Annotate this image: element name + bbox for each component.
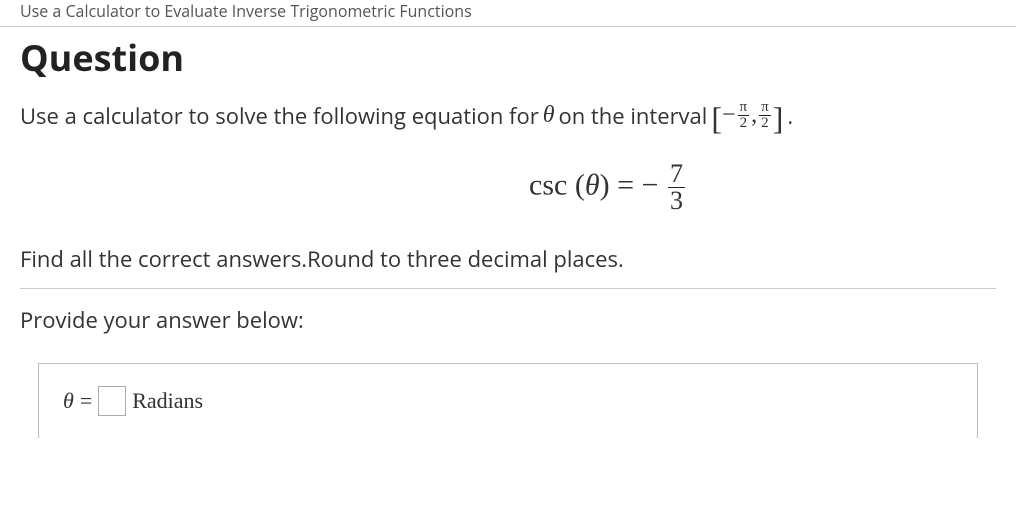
question-content: Question Use a calculator to solve the f… [0,33,1016,438]
equation-neg: − [642,168,659,201]
frac1-den: 2 [738,116,750,131]
equation-lparen: ( [575,168,585,201]
provide-answer-label: Provide your answer below: [20,305,996,335]
question-heading: Question [20,33,996,82]
answer-theta: θ [63,388,74,414]
equation-block: csc (θ) = − 7 3 [20,161,996,214]
equation-fraction: 7 3 [668,161,685,214]
prompt-mid: on the interval [558,101,707,131]
topic-bar: Use a Calculator to Evaluate Inverse Tri… [0,0,1016,27]
divider [20,288,996,289]
frac1-num: π [738,100,750,116]
frac2-num: π [759,100,771,116]
answer-input[interactable] [98,386,126,416]
equation-den: 3 [668,188,685,214]
frac2-den: 2 [759,116,771,131]
equation-fn: csc [529,168,567,201]
theta-symbol: θ [543,102,555,129]
equation-eq: = [617,168,641,201]
equation-num: 7 [668,161,685,188]
neg-sign: − [722,102,736,129]
equation-rparen: ) [600,168,610,201]
answer-eq: = [80,388,92,414]
interval-expression: [ − π 2 , π 2 ] [711,100,783,131]
prompt-suffix: . [787,101,793,131]
fraction-pi-over-2: π 2 [759,100,771,131]
equation-arg: θ [585,168,600,201]
prompt-prefix: Use a calculator to solve the following … [20,101,539,131]
prompt-line: Use a calculator to solve the following … [20,100,996,131]
topic-text: Use a Calculator to Evaluate Inverse Tri… [20,0,472,22]
interval-comma: , [751,102,757,129]
answer-box: θ = Radians [38,363,978,438]
instruction-round: Find all the correct answers.Round to th… [20,244,996,274]
answer-unit: Radians [132,388,203,414]
answer-row: θ = Radians [63,386,203,416]
fraction-neg-pi-over-2: π 2 [738,100,750,131]
